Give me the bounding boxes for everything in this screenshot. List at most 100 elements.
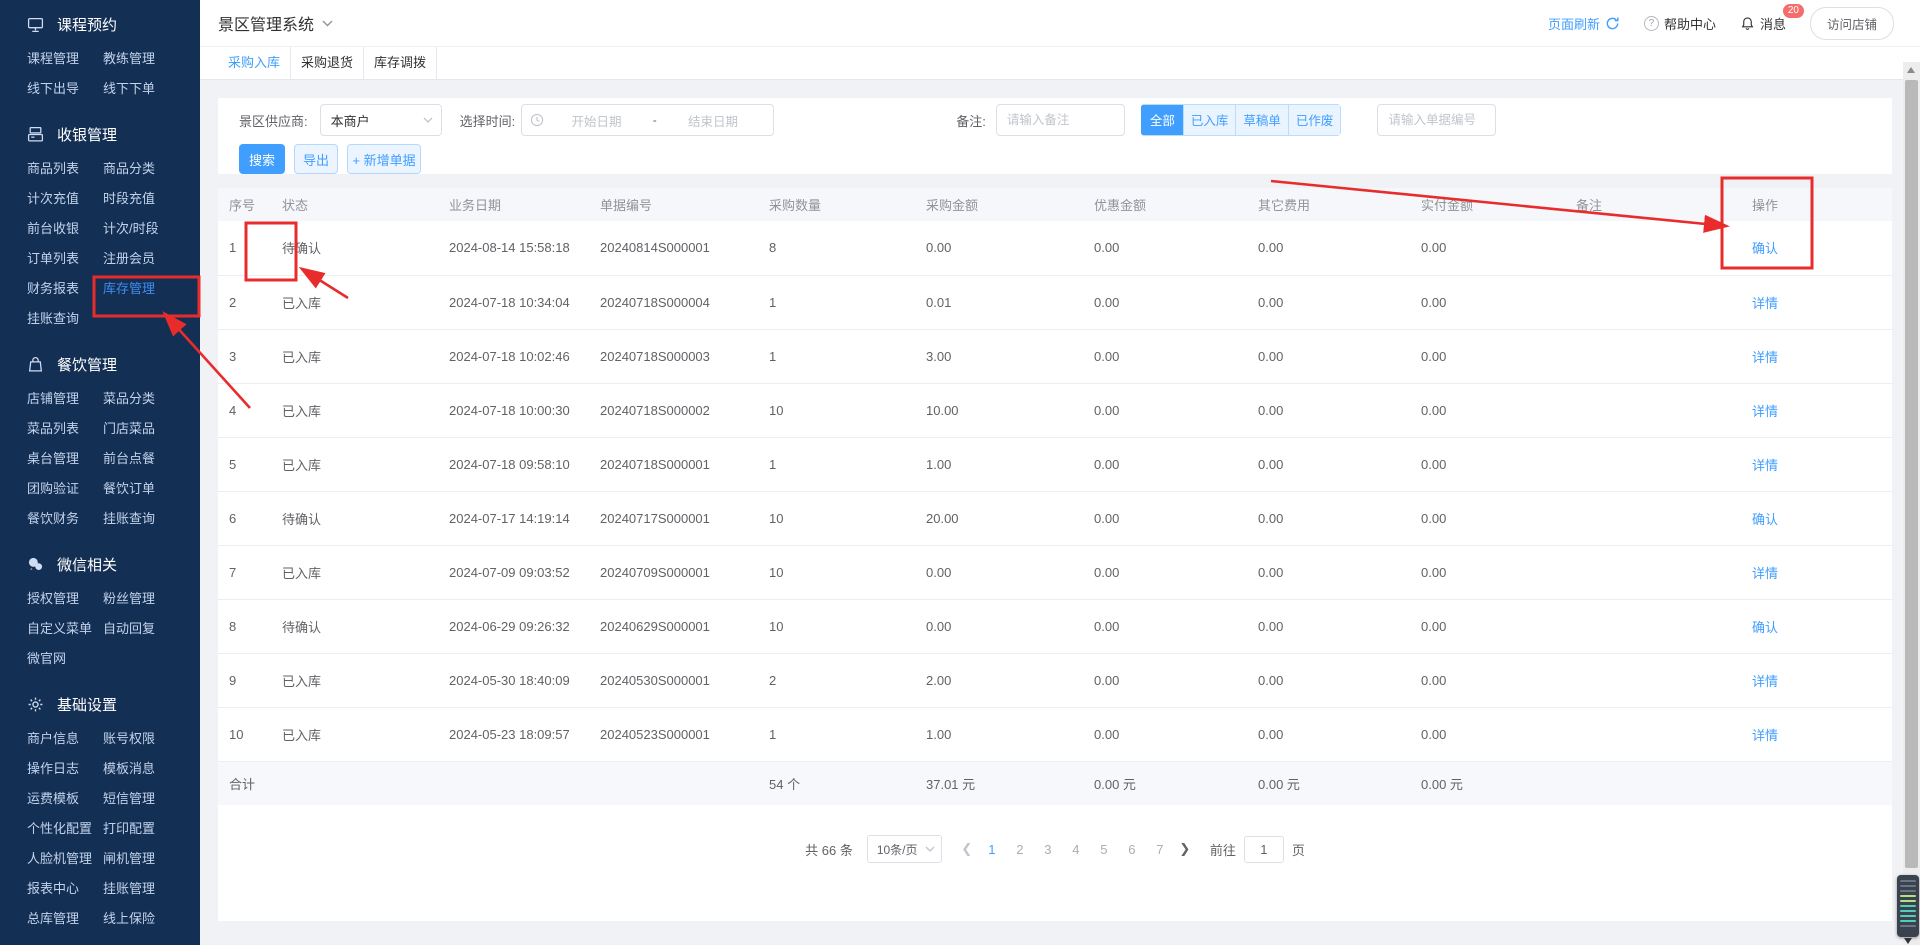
status-filter-inbound[interactable]: 已入库 — [1184, 104, 1237, 136]
sidebar-item[interactable]: 线上保险 — [103, 904, 200, 934]
sidebar-item[interactable]: 闸机管理 — [103, 844, 200, 874]
sidebar-item[interactable]: 财务报表 — [27, 274, 103, 304]
sidebar-item[interactable]: 商户信息 — [27, 724, 103, 754]
status-filter-all[interactable]: 全部 — [1141, 104, 1184, 136]
sidebar-item[interactable]: 运费模板 — [27, 784, 103, 814]
cell-discount: 0.00 — [1094, 275, 1258, 329]
cell-discount: 0.00 — [1094, 545, 1258, 599]
sidebar-item[interactable]: 粉丝管理 — [103, 584, 200, 614]
scroll-minimap-widget[interactable] — [1897, 875, 1919, 937]
cell-paid: 0.00 — [1421, 599, 1576, 653]
detail-link[interactable]: 详情 — [1752, 674, 1778, 689]
scroll-up-arrow-icon[interactable] — [1907, 67, 1915, 73]
supplier-select[interactable]: 本商户 — [320, 104, 442, 136]
sidebar-item[interactable]: 团购验证 — [27, 474, 103, 504]
page-number-1[interactable]: 1 — [978, 842, 1006, 857]
scroll-down-arrow-icon[interactable] — [1904, 938, 1912, 944]
sidebar-item[interactable]: 计次/时段 — [103, 214, 200, 244]
sidebar-item[interactable]: 线下出导 — [27, 74, 103, 104]
prev-page-button[interactable]: ❮ — [956, 841, 978, 857]
sidebar-item[interactable]: 餐饮财务 — [27, 504, 103, 534]
goto-page-input[interactable] — [1244, 836, 1284, 863]
sidebar-item[interactable]: 计次充值 — [27, 184, 103, 214]
tab-stock-transfer[interactable]: 库存调拨 — [364, 47, 437, 79]
sidebar-item[interactable]: 时段充值 — [103, 184, 200, 214]
sidebar-item-inventory-active[interactable]: 库存管理 — [103, 274, 200, 304]
page-number-4[interactable]: 4 — [1062, 842, 1090, 857]
sidebar-item[interactable]: 总库管理 — [27, 904, 103, 934]
cell-date: 2024-08-14 15:58:18 — [449, 221, 600, 275]
sidebar-item[interactable]: 商品分类 — [103, 154, 200, 184]
sidebar-item[interactable]: 课程管理 — [27, 44, 103, 74]
sidebar-item[interactable]: 教练管理 — [103, 44, 200, 74]
page-size-select[interactable]: 10条/页 — [867, 835, 942, 863]
add-order-button[interactable]: + 新增单据 — [347, 144, 421, 174]
page-number-6[interactable]: 6 — [1118, 842, 1146, 857]
sidebar-item[interactable]: 门店菜品 — [103, 414, 200, 444]
sidebar-item[interactable]: 线下下单 — [103, 74, 200, 104]
tab-purchase-return[interactable]: 采购退货 — [291, 47, 364, 79]
sidebar-item[interactable]: 商品列表 — [27, 154, 103, 184]
status-filter-void[interactable]: 已作废 — [1289, 104, 1342, 136]
sidebar-item[interactable]: 挂账管理 — [103, 874, 200, 904]
detail-link[interactable]: 详情 — [1752, 458, 1778, 473]
sidebar-item[interactable]: 订单列表 — [27, 244, 103, 274]
sidebar-item[interactable]: 短信管理 — [103, 784, 200, 814]
note-input[interactable] — [996, 104, 1125, 136]
confirm-link[interactable]: 确认 — [1752, 241, 1778, 256]
sidebar-item[interactable]: 挂账查询 — [103, 504, 200, 534]
col-qty: 采购数量 — [769, 188, 926, 221]
date-range-picker[interactable]: 开始日期 - 结束日期 — [521, 104, 774, 136]
visit-shop-button[interactable]: 访问店铺 — [1810, 7, 1894, 40]
cell-no: 5 — [218, 437, 282, 491]
page-number-2[interactable]: 2 — [1006, 842, 1034, 857]
sidebar-item[interactable]: 自动回复 — [103, 614, 200, 644]
confirm-link[interactable]: 确认 — [1752, 512, 1778, 527]
sidebar-item[interactable]: 店铺管理 — [27, 384, 103, 414]
sidebar-item[interactable]: 操作日志 — [27, 754, 103, 784]
sidebar-item[interactable]: 餐饮订单 — [103, 474, 200, 504]
col-other: 其它费用 — [1258, 188, 1421, 221]
sidebar-section-cashier: 收银管理 — [0, 122, 200, 146]
search-button[interactable]: 搜索 — [239, 144, 285, 174]
sidebar-item[interactable]: 菜品分类 — [103, 384, 200, 414]
sidebar-item[interactable]: 前台点餐 — [103, 444, 200, 474]
detail-link[interactable]: 详情 — [1752, 404, 1778, 419]
help-center-button[interactable]: ? 帮助中心 — [1644, 14, 1716, 33]
sidebar-item[interactable]: 注册会员 — [103, 244, 200, 274]
page-number-3[interactable]: 3 — [1034, 842, 1062, 857]
page-refresh-button[interactable]: 页面刷新 — [1548, 14, 1620, 33]
sidebar-item[interactable]: 授权管理 — [27, 584, 103, 614]
sidebar-item[interactable]: 账号权限 — [103, 724, 200, 754]
tab-purchase-inbound[interactable]: 采购入库 — [218, 47, 291, 79]
sidebar-item[interactable]: 报表中心 — [27, 874, 103, 904]
detail-link[interactable]: 详情 — [1752, 566, 1778, 581]
order-code-input[interactable] — [1377, 104, 1496, 136]
next-page-button[interactable]: ❯ — [1174, 841, 1196, 857]
cell-status: 待确认 — [282, 491, 449, 545]
export-button[interactable]: 导出 — [294, 144, 338, 174]
detail-link[interactable]: 详情 — [1752, 296, 1778, 311]
sidebar-item[interactable]: 模板消息 — [103, 754, 200, 784]
sidebar-item[interactable]: 打印配置 — [103, 814, 200, 844]
scrollbar-thumb[interactable] — [1905, 80, 1918, 868]
sidebar-item[interactable]: 个性化配置 — [27, 814, 103, 844]
page-number-5[interactable]: 5 — [1090, 842, 1118, 857]
cell-note — [1576, 221, 1700, 275]
app-title-dropdown[interactable]: 景区管理系统 — [218, 11, 333, 35]
page-number-7[interactable]: 7 — [1146, 842, 1174, 857]
status-filter-draft[interactable]: 草稿单 — [1236, 104, 1289, 136]
vertical-scrollbar[interactable] — [1903, 62, 1920, 945]
sidebar-item[interactable]: 桌台管理 — [27, 444, 103, 474]
food-bag-icon — [27, 356, 44, 373]
messages-button[interactable]: 消息 20 — [1740, 14, 1786, 33]
sidebar-item[interactable]: 前台收银 — [27, 214, 103, 244]
detail-link[interactable]: 详情 — [1752, 350, 1778, 365]
sidebar-item[interactable]: 微官网 — [27, 644, 103, 674]
detail-link[interactable]: 详情 — [1752, 728, 1778, 743]
sidebar-item[interactable]: 菜品列表 — [27, 414, 103, 444]
confirm-link[interactable]: 确认 — [1752, 620, 1778, 635]
sidebar-item[interactable]: 挂账查询 — [27, 304, 103, 334]
sidebar-item[interactable]: 自定义菜单 — [27, 614, 103, 644]
sidebar-item[interactable]: 人脸机管理 — [27, 844, 103, 874]
